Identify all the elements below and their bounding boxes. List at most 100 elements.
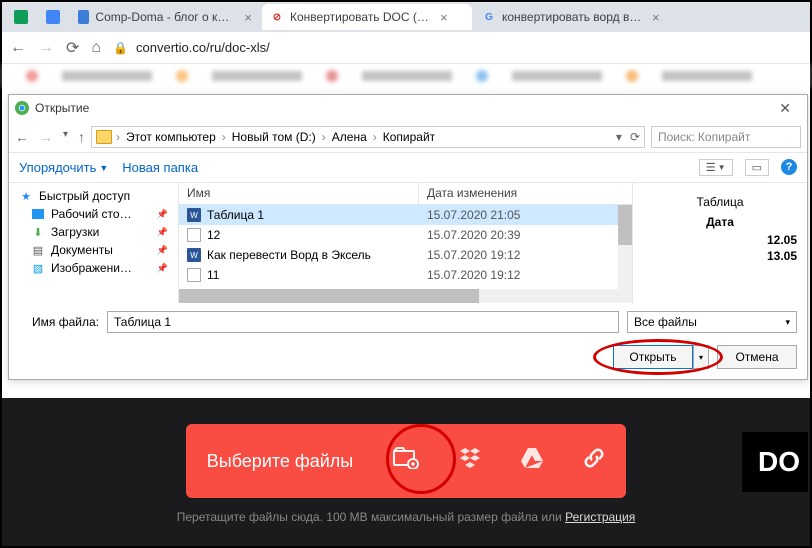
sidebar-item-quick-access[interactable]: ★Быстрый доступ — [11, 187, 176, 205]
pin-icon: 📌 — [157, 245, 168, 256]
preview-toggle-button[interactable]: ▭ — [745, 159, 769, 176]
search-input[interactable]: Поиск: Копирайт — [651, 126, 801, 148]
download-icon: ⬇ — [31, 225, 45, 239]
preview-row: 13.05 — [643, 249, 797, 263]
favicon — [78, 10, 89, 24]
pin-icon: 📌 — [157, 263, 168, 274]
document-icon: ▤ — [31, 243, 45, 257]
breadcrumb[interactable]: › Этот компьютер› Новый том (D:)› Алена›… — [91, 126, 645, 148]
dialog-title: Открытие — [35, 101, 89, 115]
close-icon[interactable]: × — [440, 10, 448, 25]
breadcrumb-item[interactable]: Алена — [330, 130, 369, 144]
file-row[interactable]: 11 15.07.2020 19:12 — [179, 265, 632, 285]
view-mode-button[interactable]: ☰ ▼ — [699, 159, 733, 176]
open-dropdown[interactable]: ▾ — [693, 345, 709, 369]
file-list: Имя Дата изменения WТаблица 1 15.07.2020… — [179, 183, 632, 303]
dialog-nav: ← → ▾ ↑ › Этот компьютер› Новый том (D:)… — [9, 121, 807, 153]
file-row[interactable]: WТаблица 1 15.07.2020 21:05 — [179, 205, 632, 225]
google-icon: G — [482, 10, 496, 24]
upload-caption: Перетащите файлы сюда. 100 MB максимальн… — [177, 510, 636, 524]
search-placeholder: Поиск: Копирайт — [658, 130, 750, 144]
bookmarks-bar — [2, 64, 810, 88]
preview-row: 12.05 — [643, 233, 797, 247]
filename-input[interactable] — [107, 311, 619, 333]
close-icon[interactable]: × — [244, 10, 252, 25]
file-pane: Имя Дата изменения WТаблица 1 15.07.2020… — [179, 183, 807, 303]
refresh-icon[interactable]: ⟳ — [630, 130, 640, 144]
sidebar-item-desktop[interactable]: Рабочий сто…📌 — [11, 205, 176, 223]
dialog-sidebar: ★Быстрый доступ Рабочий сто…📌 ⬇Загрузки📌… — [9, 183, 179, 303]
sidebar-item-downloads[interactable]: ⬇Загрузки📌 — [11, 223, 176, 241]
url-text: convertio.co/ru/doc-xls/ — [136, 40, 270, 55]
browser-tab-strip: Comp-Doma - блог о компьюте × ⊘ Конверти… — [2, 2, 810, 32]
tab-title: Comp-Doma - блог о компьюте — [95, 10, 234, 24]
format-badge: DO — [742, 432, 808, 492]
preview-title: Таблица — [643, 195, 797, 209]
register-link[interactable]: Регистрация — [565, 510, 635, 524]
text-file-icon — [187, 228, 201, 242]
column-date[interactable]: Дата изменения — [419, 183, 632, 204]
star-icon: ★ — [19, 189, 33, 203]
nav-up-button[interactable]: ↑ — [78, 129, 85, 145]
browse-icon[interactable] — [393, 447, 419, 475]
reload-button[interactable]: ⟳ — [66, 38, 79, 58]
home-button[interactable]: ⌂ — [91, 39, 101, 57]
favicon: ⊘ — [270, 10, 284, 24]
scrollbar-vertical[interactable] — [618, 205, 632, 303]
filename-label: Имя файла: — [19, 315, 99, 329]
desktop-icon — [31, 207, 45, 221]
dialog-close-button[interactable]: ✕ — [769, 100, 801, 117]
file-row[interactable]: 12 15.07.2020 20:39 — [179, 225, 632, 245]
address-input[interactable]: 🔒 convertio.co/ru/doc-xls/ — [113, 36, 802, 60]
file-row[interactable]: WКак перевести Ворд в Эксель 15.07.2020 … — [179, 245, 632, 265]
nav-history-button[interactable]: ▾ — [63, 129, 68, 145]
file-list-header: Имя Дата изменения — [179, 183, 632, 205]
back-button[interactable]: ← — [10, 39, 26, 57]
word-file-icon: W — [187, 208, 201, 222]
file-open-dialog: Открытие ✕ ← → ▾ ↑ › Этот компьютер› Нов… — [8, 94, 808, 380]
nav-arrows: ← → ▾ ↑ — [15, 129, 85, 145]
breadcrumb-item[interactable]: Новый том (D:) — [230, 130, 318, 144]
chevron-down-icon[interactable]: ▾ — [616, 130, 622, 144]
column-name[interactable]: Имя — [179, 183, 419, 204]
dropbox-icon[interactable] — [459, 448, 481, 474]
organize-menu[interactable]: Упорядочить ▼ — [19, 160, 108, 175]
site-content: Выберите файлы Перетащите файлы сюда. 10… — [2, 398, 810, 546]
breadcrumb-item[interactable]: Этот компьютер — [124, 130, 218, 144]
lock-icon: 🔒 — [113, 41, 128, 55]
browser-tab-active[interactable]: ⊘ Конвертировать DOC (WORD) в × — [262, 4, 472, 30]
new-folder-button[interactable]: Новая папка — [122, 160, 198, 175]
close-icon[interactable]: × — [652, 10, 660, 25]
cancel-button[interactable]: Отмена — [717, 345, 797, 369]
pin-icon: 📌 — [157, 209, 168, 220]
dialog-toolbar: Упорядочить ▼ Новая папка ☰ ▼ ▭ ? — [9, 153, 807, 183]
google-drive-icon[interactable] — [521, 448, 543, 474]
link-icon[interactable] — [583, 447, 605, 475]
file-filter-select[interactable]: Все файлы▾ — [627, 311, 797, 333]
sidebar-item-documents[interactable]: ▤Документы📌 — [11, 241, 176, 259]
browser-tab[interactable]: Comp-Doma - блог о компьюте × — [70, 4, 260, 30]
browser-tab[interactable] — [6, 4, 36, 30]
word-file-icon: W — [187, 248, 201, 262]
nav-forward-button[interactable]: → — [39, 129, 53, 145]
breadcrumb-item[interactable]: Копирайт — [381, 130, 437, 144]
caption-text: Перетащите файлы сюда. 100 MB максимальн… — [177, 510, 565, 524]
select-files-button[interactable]: Выберите файлы — [207, 451, 354, 472]
docs-icon — [46, 10, 60, 24]
browser-tab[interactable]: G конвертировать ворд в эксель × — [474, 4, 674, 30]
scrollbar-horizontal[interactable] — [179, 289, 618, 303]
tab-title: конвертировать ворд в эксель — [502, 10, 642, 24]
browser-tab[interactable] — [38, 4, 68, 30]
forward-button[interactable]: → — [38, 39, 54, 57]
help-icon[interactable]: ? — [781, 159, 797, 175]
sheets-icon — [14, 10, 28, 24]
pin-icon: 📌 — [157, 227, 168, 238]
open-button[interactable]: Открыть — [613, 345, 693, 369]
text-file-icon — [187, 268, 201, 282]
dialog-footer: Имя файла: Все файлы▾ Открыть ▾ Отмена — [9, 303, 807, 379]
folder-icon — [96, 130, 112, 144]
upload-panel: Выберите файлы — [186, 424, 626, 498]
sidebar-item-images[interactable]: ▧Изображени…📌 — [11, 259, 176, 277]
image-icon: ▧ — [31, 261, 45, 275]
nav-back-button[interactable]: ← — [15, 129, 29, 145]
